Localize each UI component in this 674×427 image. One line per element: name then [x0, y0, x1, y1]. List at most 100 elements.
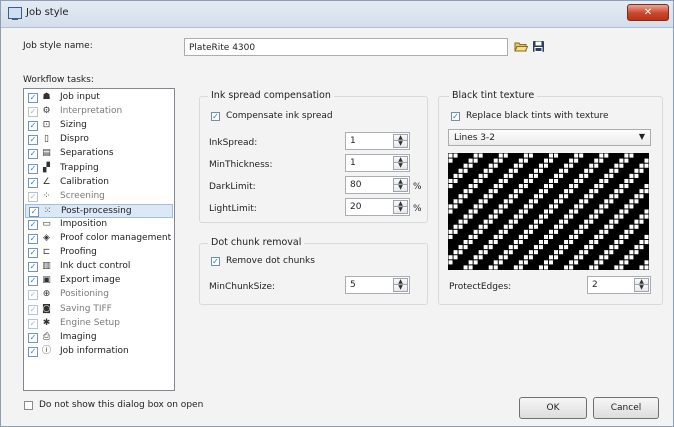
dont-show-checkbox[interactable] — [24, 401, 33, 410]
texture-cell — [453, 153, 458, 158]
task-checkbox[interactable]: ✓ — [28, 304, 38, 315]
compensate-ink-spread-checkbox[interactable]: ✓ — [211, 112, 220, 121]
folder-open-icon[interactable] — [514, 40, 528, 53]
task-checkbox[interactable]: ✓ — [28, 107, 38, 118]
task-checkbox[interactable]: ✓ — [28, 332, 38, 343]
texture-cell — [604, 199, 609, 204]
remove-dot-chunks-label: Remove dot chunks — [226, 256, 315, 266]
inkspread-spinner[interactable]: 1 ▲ ▼ — [345, 132, 410, 150]
texture-cell — [533, 224, 538, 229]
task-label: Export image — [60, 275, 121, 286]
task-checkbox[interactable]: ✓ — [28, 290, 38, 301]
task-item[interactable]: ✓ ⎙ Imaging — [25, 331, 173, 345]
texture-cell — [599, 209, 604, 214]
task-item[interactable]: ✓ ☗ Job input — [25, 91, 173, 105]
minchunksize-down-button[interactable]: ▼ — [393, 284, 408, 292]
texture-dropdown[interactable]: Lines 3-2 ▼ — [448, 129, 651, 146]
texture-cell — [528, 199, 533, 204]
task-icon: ⎙ — [42, 331, 51, 342]
texture-cell — [589, 219, 594, 224]
texture-cell — [629, 250, 634, 255]
texture-cell — [478, 224, 483, 229]
task-checkbox[interactable]: ✓ — [28, 163, 38, 174]
floppy-disk-icon[interactable] — [532, 40, 545, 53]
task-checkbox[interactable]: ✓ — [28, 346, 38, 357]
task-item[interactable]: ✓ ⊏ Proofing — [25, 246, 173, 260]
texture-cell — [614, 168, 619, 173]
task-item[interactable]: ✓ ∠ Calibration — [25, 176, 173, 190]
job-style-name-input[interactable]: PlateRite 4300 — [184, 38, 508, 56]
task-item[interactable]: ✓ ▥ Ink duct control — [25, 260, 173, 274]
darklimit-spinner[interactable]: 80 ▲ ▼ — [345, 176, 410, 194]
replace-black-tints-checkbox[interactable]: ✓ — [451, 112, 460, 121]
ok-button[interactable]: OK — [519, 397, 587, 419]
inkspread-down-button[interactable]: ▼ — [393, 140, 408, 148]
task-checkbox[interactable]: ✓ — [28, 248, 38, 259]
task-item[interactable]: ✓ ▭ Imposition — [25, 218, 173, 232]
texture-cell — [523, 178, 528, 184]
task-item[interactable]: ✓ ▯ Dispro — [25, 133, 173, 147]
protect-edges-down-button[interactable]: ▼ — [634, 284, 649, 292]
texture-cell — [549, 184, 554, 189]
texture-cell — [619, 184, 624, 189]
texture-cell — [579, 250, 584, 255]
task-item[interactable]: ✓ ⓘ Job information — [25, 345, 173, 359]
texture-cell — [614, 194, 619, 199]
protect-edges-spinner[interactable]: 2 ▲ ▼ — [587, 276, 651, 294]
task-checkbox[interactable]: ✓ — [28, 276, 38, 287]
task-checkbox[interactable]: ✓ — [29, 206, 39, 217]
close-button[interactable]: ✕ — [627, 4, 669, 21]
task-item[interactable]: ✓ ⚙ Interpretation — [25, 105, 173, 119]
task-item[interactable]: ✓ ▤ Separations — [25, 147, 173, 161]
texture-cell — [604, 255, 609, 260]
remove-dot-chunks-checkbox[interactable]: ✓ — [211, 257, 220, 266]
task-checkbox[interactable]: ✓ — [28, 149, 38, 160]
texture-cell — [513, 214, 518, 219]
minchunksize-spinner[interactable]: 5 ▲ ▼ — [345, 276, 410, 294]
task-item[interactable]: ✓ ✱ Engine Setup — [25, 317, 173, 331]
task-checkbox[interactable]: ✓ — [28, 318, 38, 329]
texture-cell — [644, 239, 649, 245]
lightlimit-down-button[interactable]: ▼ — [393, 206, 408, 214]
workflow-task-list[interactable]: ✓ ☗ Job input ✓ ⚙ Interpretation ✓ ⊡ Sizing ✓ ▯ Dis… — [23, 88, 175, 391]
lightlimit-spinner[interactable]: 20 ▲ ▼ — [345, 198, 410, 216]
task-item[interactable]: ✓ ◈ Proof color management — [25, 232, 173, 246]
task-item[interactable]: ✓ ◙ Saving TIFF — [25, 303, 173, 317]
task-checkbox[interactable]: ✓ — [28, 177, 38, 188]
task-checkbox[interactable]: ✓ — [28, 219, 38, 230]
texture-cell — [538, 214, 543, 219]
task-item[interactable]: ✓ ⊡ Sizing — [25, 119, 173, 133]
texture-cell — [458, 173, 463, 178]
minthickness-spinner[interactable]: 1 ▲ ▼ — [345, 154, 410, 172]
texture-cell — [513, 245, 518, 250]
task-item[interactable]: ✓ ⁙ Post-processing — [25, 203, 173, 218]
texture-cell — [609, 245, 614, 250]
task-item[interactable]: ✓ ⊕ Positioning — [25, 288, 173, 302]
task-item[interactable]: ✓ ⁘ Screening — [25, 190, 173, 204]
task-item[interactable]: ✓ ▞ Trapping — [25, 162, 173, 176]
texture-cell — [473, 204, 478, 209]
texture-cell — [518, 214, 523, 219]
task-checkbox[interactable]: ✓ — [28, 191, 38, 202]
minthickness-down-button[interactable]: ▼ — [393, 162, 408, 170]
dont-show-label: Do not show this dialog box on open — [39, 400, 204, 410]
task-checkbox[interactable]: ✓ — [28, 93, 38, 103]
texture-cell — [554, 255, 559, 260]
texture-cell — [604, 229, 609, 234]
texture-cell — [538, 265, 543, 270]
task-checkbox[interactable]: ✓ — [28, 262, 38, 273]
texture-cell — [543, 234, 549, 239]
darklimit-down-button[interactable]: ▼ — [393, 184, 408, 192]
texture-cell — [538, 163, 543, 168]
texture-cell — [493, 163, 498, 168]
texture-cell — [488, 189, 493, 194]
task-item[interactable]: ✓ ▣ Export image — [25, 274, 173, 288]
texture-cell — [554, 229, 559, 234]
texture-cell — [549, 234, 554, 239]
texture-cell — [483, 250, 488, 255]
task-checkbox[interactable]: ✓ — [28, 121, 38, 132]
cancel-button[interactable]: Cancel — [593, 397, 659, 419]
texture-cell — [599, 234, 604, 239]
task-checkbox[interactable]: ✓ — [28, 135, 38, 146]
task-checkbox[interactable]: ✓ — [28, 234, 38, 244]
